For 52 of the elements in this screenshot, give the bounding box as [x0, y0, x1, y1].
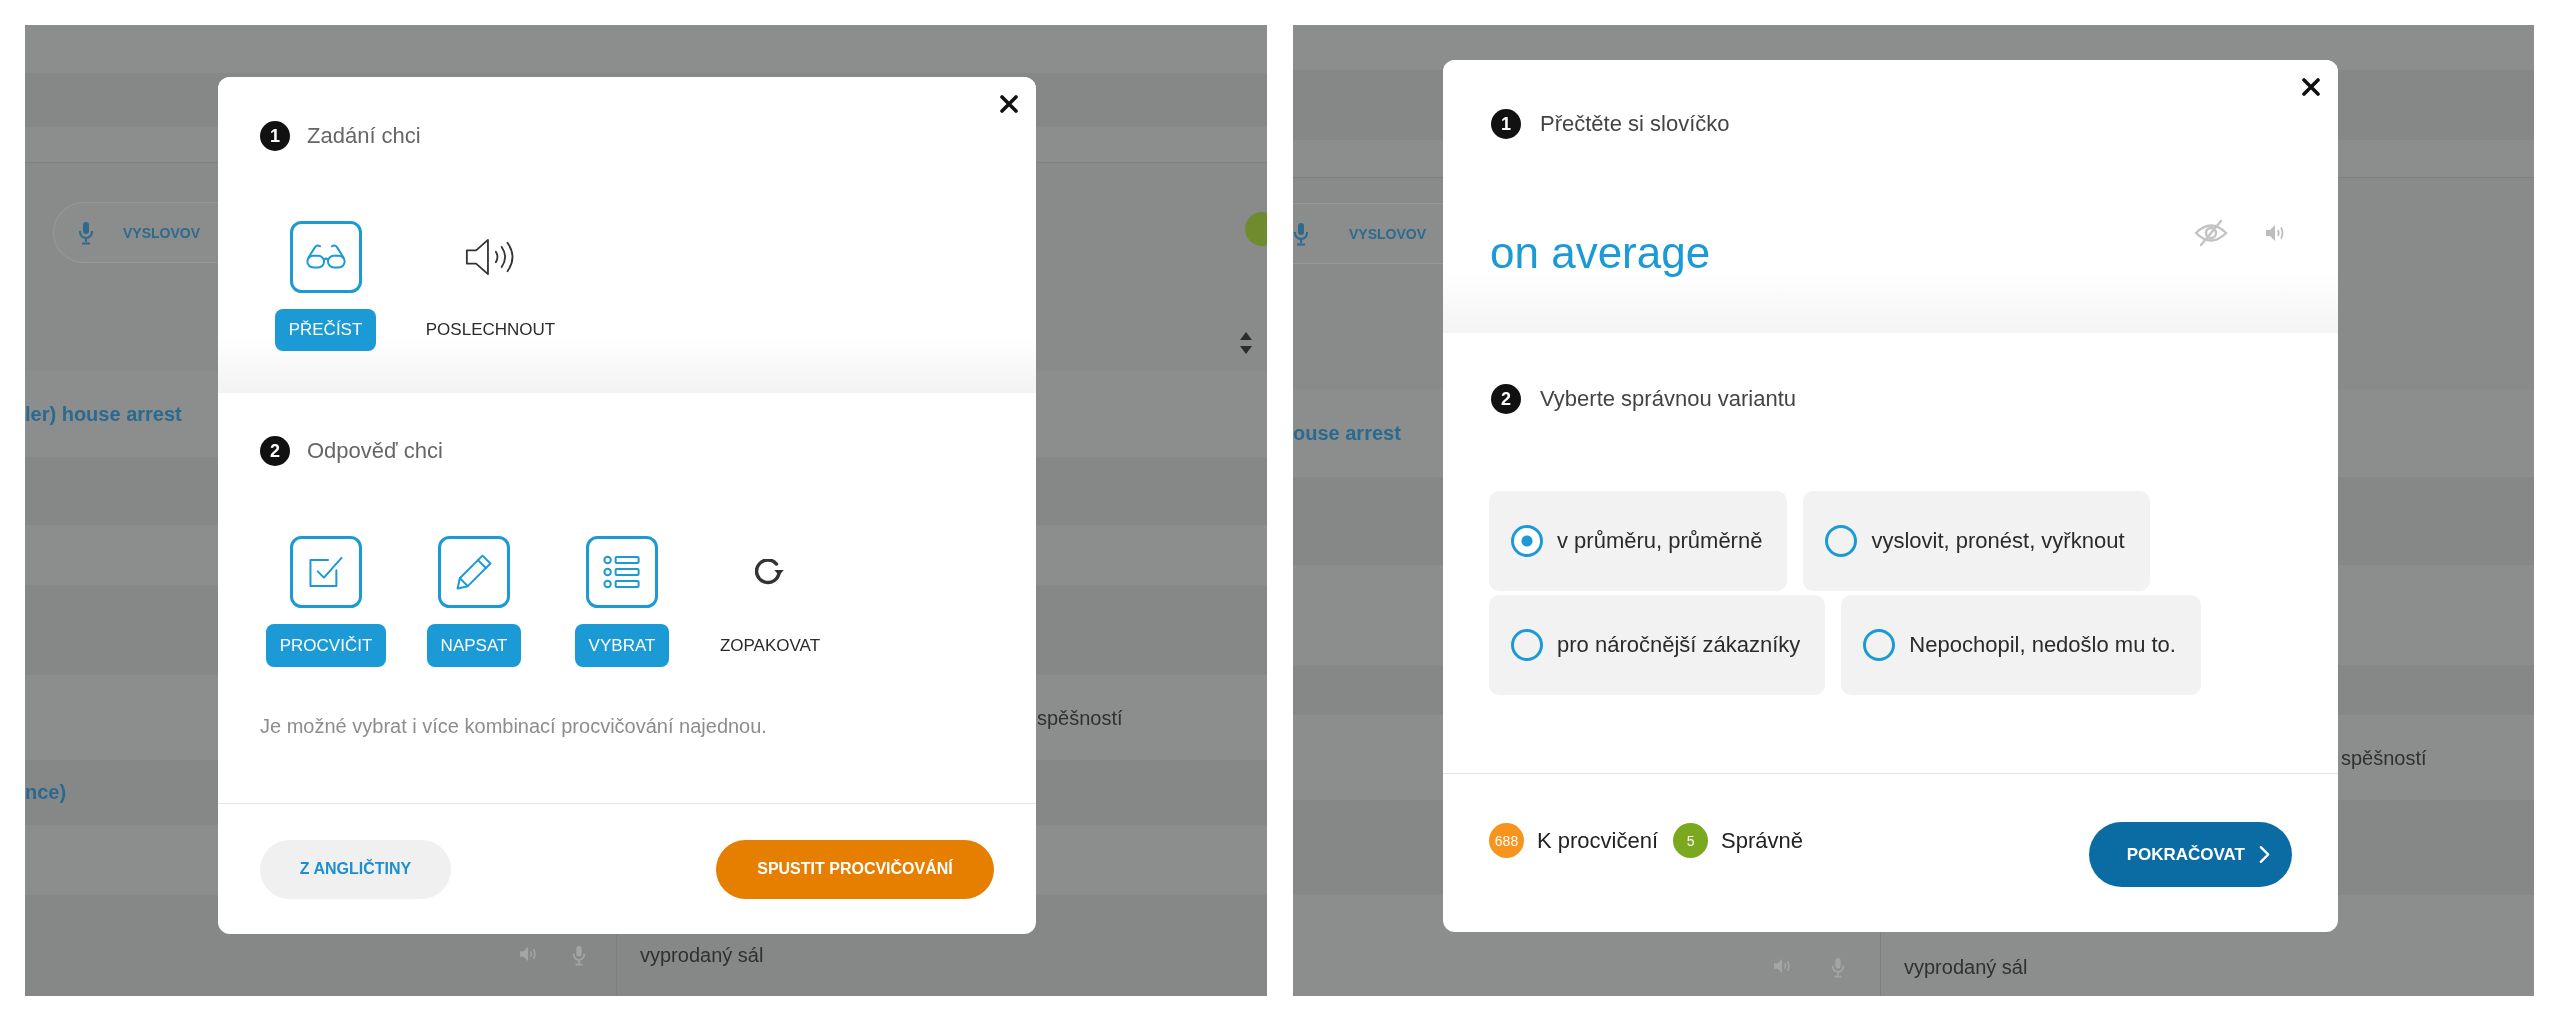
counter-label: K procvičení — [1537, 827, 1659, 854]
close-button[interactable] — [1000, 95, 1018, 113]
pronounce-button[interactable]: VYSLOVOV — [53, 202, 218, 263]
option-button[interactable]: POSLECHNOUT — [411, 309, 570, 351]
pronounce-button[interactable]: VYSLOVOV — [1293, 203, 1443, 264]
step-title: Zadání chci — [307, 123, 421, 149]
answer-option[interactable]: vyslovit, pronést, vyřknout — [1803, 491, 2150, 591]
direction-button[interactable]: Z ANGLIČTINY — [260, 839, 451, 899]
refresh-icon[interactable] — [755, 559, 785, 585]
hint-text: Je možné vybrat i více kombinací procvičování najednou. — [260, 714, 767, 738]
step-number: 2 — [1491, 384, 1521, 414]
row-text: vyprodaný sál — [640, 944, 764, 966]
option-button[interactable]: ZOPAKOVAT — [705, 624, 835, 667]
microphone-icon — [1293, 221, 1309, 246]
start-button[interactable]: SPUSTIT PROCVIČOVÁNÍ — [716, 839, 994, 899]
column-text: spěšností — [2341, 745, 2427, 770]
phrase-text: ouse arrest — [1293, 422, 1401, 445]
step-title: Vyberte správnou variantu — [1540, 386, 1796, 412]
column-text: spěšností — [1037, 705, 1123, 730]
radio-icon[interactable] — [1511, 629, 1543, 661]
checkbox-icon[interactable] — [290, 536, 362, 608]
option-button[interactable]: NAPSAT — [426, 624, 522, 667]
count-badge: 688 — [1489, 823, 1524, 858]
answer-option[interactable]: v průměru, průměrně — [1489, 491, 1788, 591]
option-button[interactable]: PROCVIČIT — [265, 624, 387, 667]
step-number: 1 — [260, 121, 290, 151]
counter-label: Správně — [1721, 827, 1803, 854]
option-button[interactable]: VYBRAT — [574, 624, 670, 667]
list-icon[interactable] — [586, 536, 658, 608]
step-number: 1 — [1491, 109, 1521, 139]
row-text: vyprodaný sál — [1904, 956, 2028, 978]
phrase-text: ler) house arrest — [25, 402, 182, 426]
step-title: Odpověď chci — [307, 438, 443, 464]
radio-icon[interactable] — [1863, 629, 1896, 661]
eye-slash-icon[interactable] — [2194, 219, 2228, 247]
close-button[interactable] — [2302, 78, 2320, 96]
phrase-text: nce) — [25, 781, 67, 804]
chevron-icon — [2259, 845, 2270, 864]
vocabulary-word: on average — [1490, 227, 1711, 279]
glasses-icon[interactable] — [289, 221, 362, 293]
option-button[interactable]: PŘEČÍST — [274, 309, 377, 351]
continue-button[interactable]: POKRAČOVAT — [2088, 822, 2292, 887]
answer-option[interactable]: pro náročnější zákazníky — [1489, 595, 1826, 695]
pencil-icon[interactable] — [438, 536, 510, 608]
microphone-icon — [78, 220, 94, 245]
sort-icon[interactable] — [1240, 332, 1252, 354]
radio-icon[interactable] — [1825, 525, 1858, 557]
step-title: Přečtěte si slovíčko — [1540, 111, 1730, 137]
answer-option[interactable]: Nepochopil, nedošlo mu to. — [1841, 595, 2201, 695]
count-badge: 5 — [1673, 823, 1709, 858]
step-number: 2 — [260, 436, 290, 466]
radio-icon[interactable] — [1511, 525, 1543, 557]
